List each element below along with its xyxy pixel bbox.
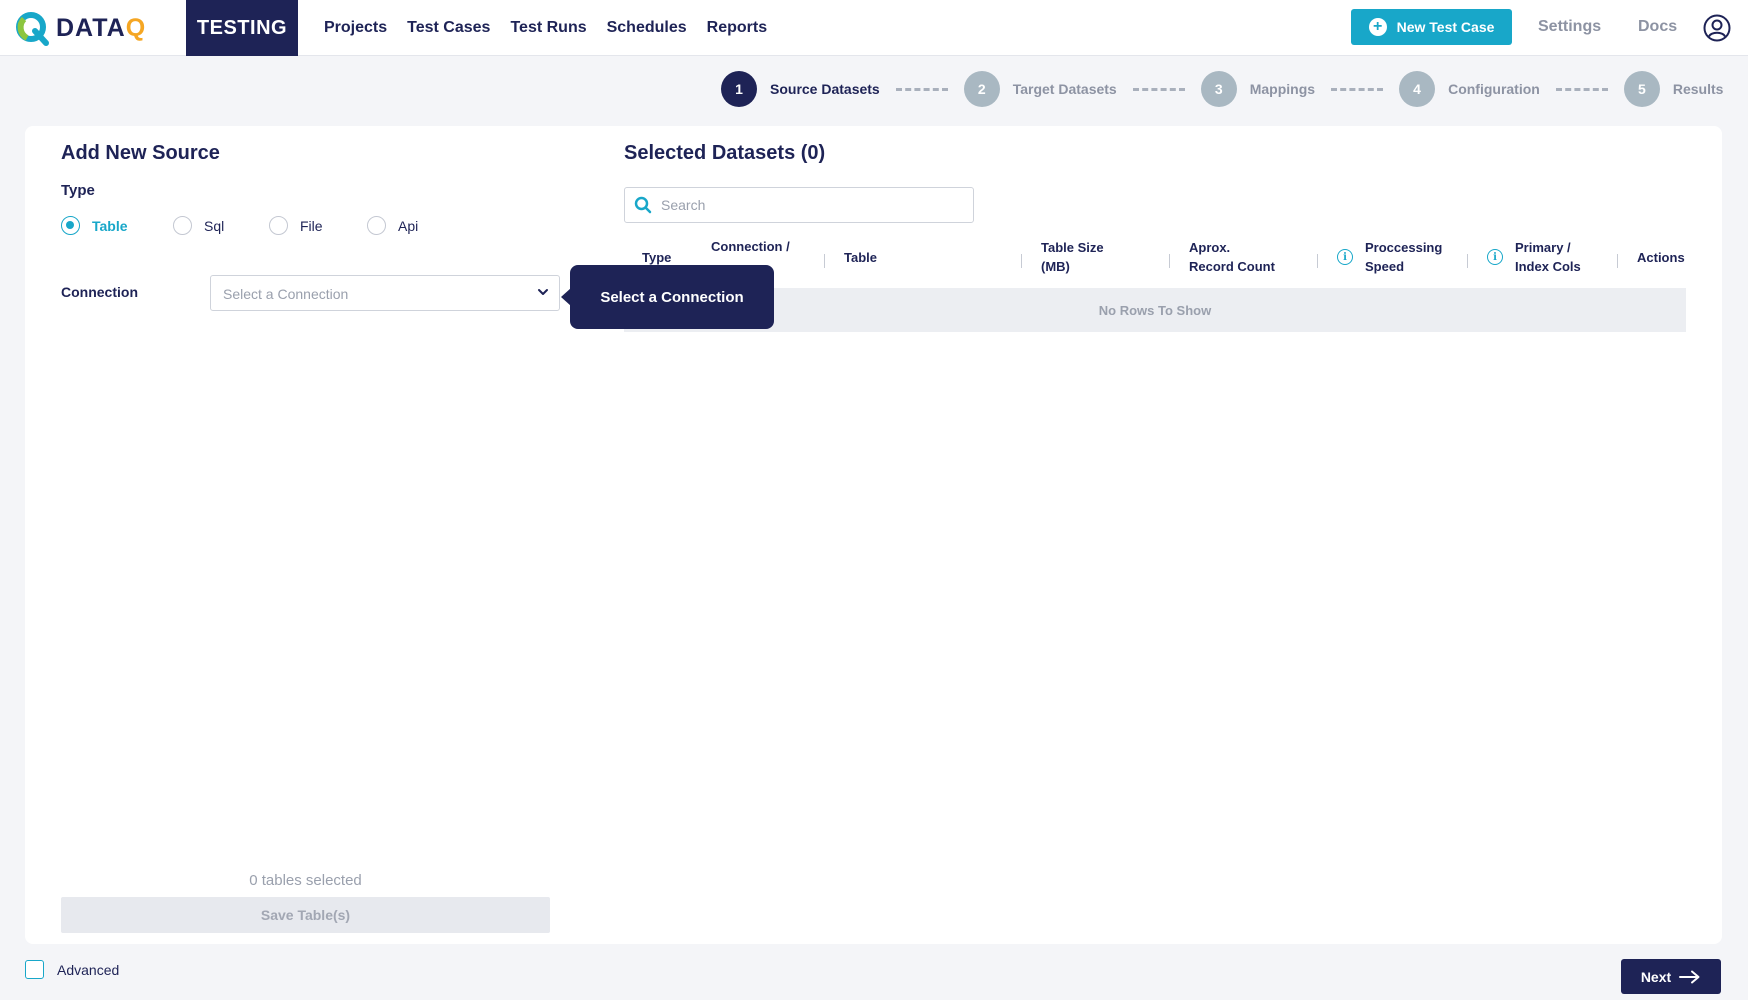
chevron-down-icon (538, 289, 548, 295)
step-label: Mappings (1249, 81, 1316, 97)
datasets-table-header: Type Connection / Table Table Size (MB) A… (624, 234, 1686, 280)
column-header-primary-index[interactable]: i Primary / Index Cols (1487, 234, 1581, 280)
new-test-case-label: New Test Case (1396, 19, 1495, 35)
step-divider (895, 87, 948, 91)
connection-label: Connection (61, 284, 138, 300)
user-account-icon[interactable] (1703, 14, 1731, 42)
column-separator (1021, 254, 1022, 268)
column-header-line: Speed (1365, 259, 1405, 274)
new-test-case-button[interactable]: + New Test Case (1351, 9, 1512, 45)
dataset-search[interactable] (624, 187, 974, 223)
next-button[interactable]: Next (1621, 959, 1721, 994)
nav-projects[interactable]: Projects (324, 19, 387, 37)
wizard-stepper: 1 Source Datasets 2 Target Datasets 3 Ma… (721, 71, 1723, 107)
column-header-processing-speed[interactable]: i Proccessing Speed (1337, 234, 1442, 280)
column-separator (1317, 254, 1318, 268)
connection-placeholder: Select a Connection (223, 286, 349, 302)
settings-link[interactable]: Settings (1538, 18, 1601, 36)
step-divider (1331, 87, 1384, 91)
connection-select[interactable]: Select a Connection (210, 275, 560, 311)
column-header-line: Table Size (1041, 240, 1104, 255)
arrow-right-icon (1679, 970, 1700, 983)
radio-dot (61, 216, 80, 235)
step-label: Configuration (1448, 81, 1540, 97)
column-separator (1467, 254, 1468, 268)
radio-label: File (300, 217, 323, 234)
info-icon[interactable]: i (1487, 249, 1503, 265)
radio-file[interactable]: File (269, 216, 367, 235)
main-card: Add New Source Type Table Sql File Api C… (25, 126, 1722, 944)
column-header-line: (MB) (1041, 259, 1070, 274)
nav-reports[interactable]: Reports (707, 19, 767, 37)
step-number: 3 (1200, 71, 1237, 107)
empty-table-message: No Rows To Show (624, 288, 1686, 332)
radio-label: Sql (204, 217, 225, 234)
step-mappings[interactable]: 3 Mappings (1200, 71, 1316, 107)
save-tables-button[interactable]: Save Table(s) (61, 897, 550, 933)
nav-schedules[interactable]: Schedules (607, 19, 687, 37)
radio-api[interactable]: Api (367, 216, 447, 235)
step-divider (1132, 87, 1185, 91)
app-badge: TESTING (186, 0, 298, 56)
advanced-checkbox[interactable]: Advanced (25, 960, 119, 979)
column-separator (1169, 254, 1170, 268)
search-icon (634, 196, 652, 214)
column-separator (824, 254, 825, 268)
column-header-line: Index Cols (1515, 259, 1581, 274)
step-source-datasets[interactable]: 1 Source Datasets (721, 71, 880, 107)
step-number: 4 (1399, 71, 1436, 107)
next-label: Next (1640, 968, 1672, 985)
step-results[interactable]: 5 Results (1623, 71, 1724, 107)
radio-dot (173, 216, 192, 235)
column-header-actions: Actions (1637, 249, 1685, 265)
radio-dot (367, 216, 386, 235)
step-divider (1555, 87, 1608, 91)
selected-datasets-title: Selected Datasets (0) (624, 142, 826, 164)
top-navbar: DATAQ TESTING Projects Test Cases Test R… (0, 0, 1748, 56)
radio-table[interactable]: Table (61, 216, 173, 235)
step-number: 2 (963, 71, 1000, 107)
type-radio-group: Table Sql File Api (61, 216, 447, 235)
nav-test-runs[interactable]: Test Runs (510, 19, 586, 37)
nav-test-cases[interactable]: Test Cases (407, 19, 490, 37)
column-header-table-size[interactable]: Table Size (MB) (1041, 234, 1104, 280)
column-header-line: Proccessing (1365, 240, 1443, 255)
step-configuration[interactable]: 4 Configuration (1399, 71, 1540, 107)
radio-label: Table (92, 217, 128, 234)
plus-icon: + (1368, 18, 1387, 36)
dataq-logo[interactable]: DATAQ (14, 10, 146, 46)
step-number: 1 (721, 71, 757, 107)
radio-sql[interactable]: Sql (173, 216, 269, 235)
step-label: Source Datasets (770, 81, 880, 97)
column-header-line: Record Count (1189, 259, 1275, 274)
step-label: Results (1672, 81, 1724, 97)
column-header-line: Primary / (1515, 240, 1571, 255)
logo-text: DATAQ (56, 13, 147, 42)
column-header-line: Aprox. (1189, 240, 1231, 255)
radio-dot (269, 216, 288, 235)
tables-selected-count: 0 tables selected (249, 872, 362, 889)
main-nav: Projects Test Cases Test Runs Schedules … (324, 0, 767, 56)
advanced-label: Advanced (57, 961, 120, 978)
radio-label: Api (398, 217, 419, 234)
column-separator (1617, 254, 1618, 268)
search-input[interactable] (661, 194, 961, 216)
step-target-datasets[interactable]: 2 Target Datasets (963, 71, 1117, 107)
column-header-table[interactable]: Table (844, 234, 877, 280)
dataq-logo-icon (16, 12, 49, 46)
checkbox-box (25, 960, 44, 979)
type-label: Type (61, 182, 95, 199)
info-icon[interactable]: i (1337, 249, 1353, 265)
docs-link[interactable]: Docs (1638, 18, 1677, 36)
add-source-title: Add New Source (61, 142, 220, 164)
step-label: Target Datasets (1012, 81, 1117, 97)
step-number: 5 (1623, 71, 1660, 107)
column-header-record-count[interactable]: Aprox. Record Count (1189, 234, 1275, 280)
connection-tooltip: Select a Connection (561, 265, 774, 329)
